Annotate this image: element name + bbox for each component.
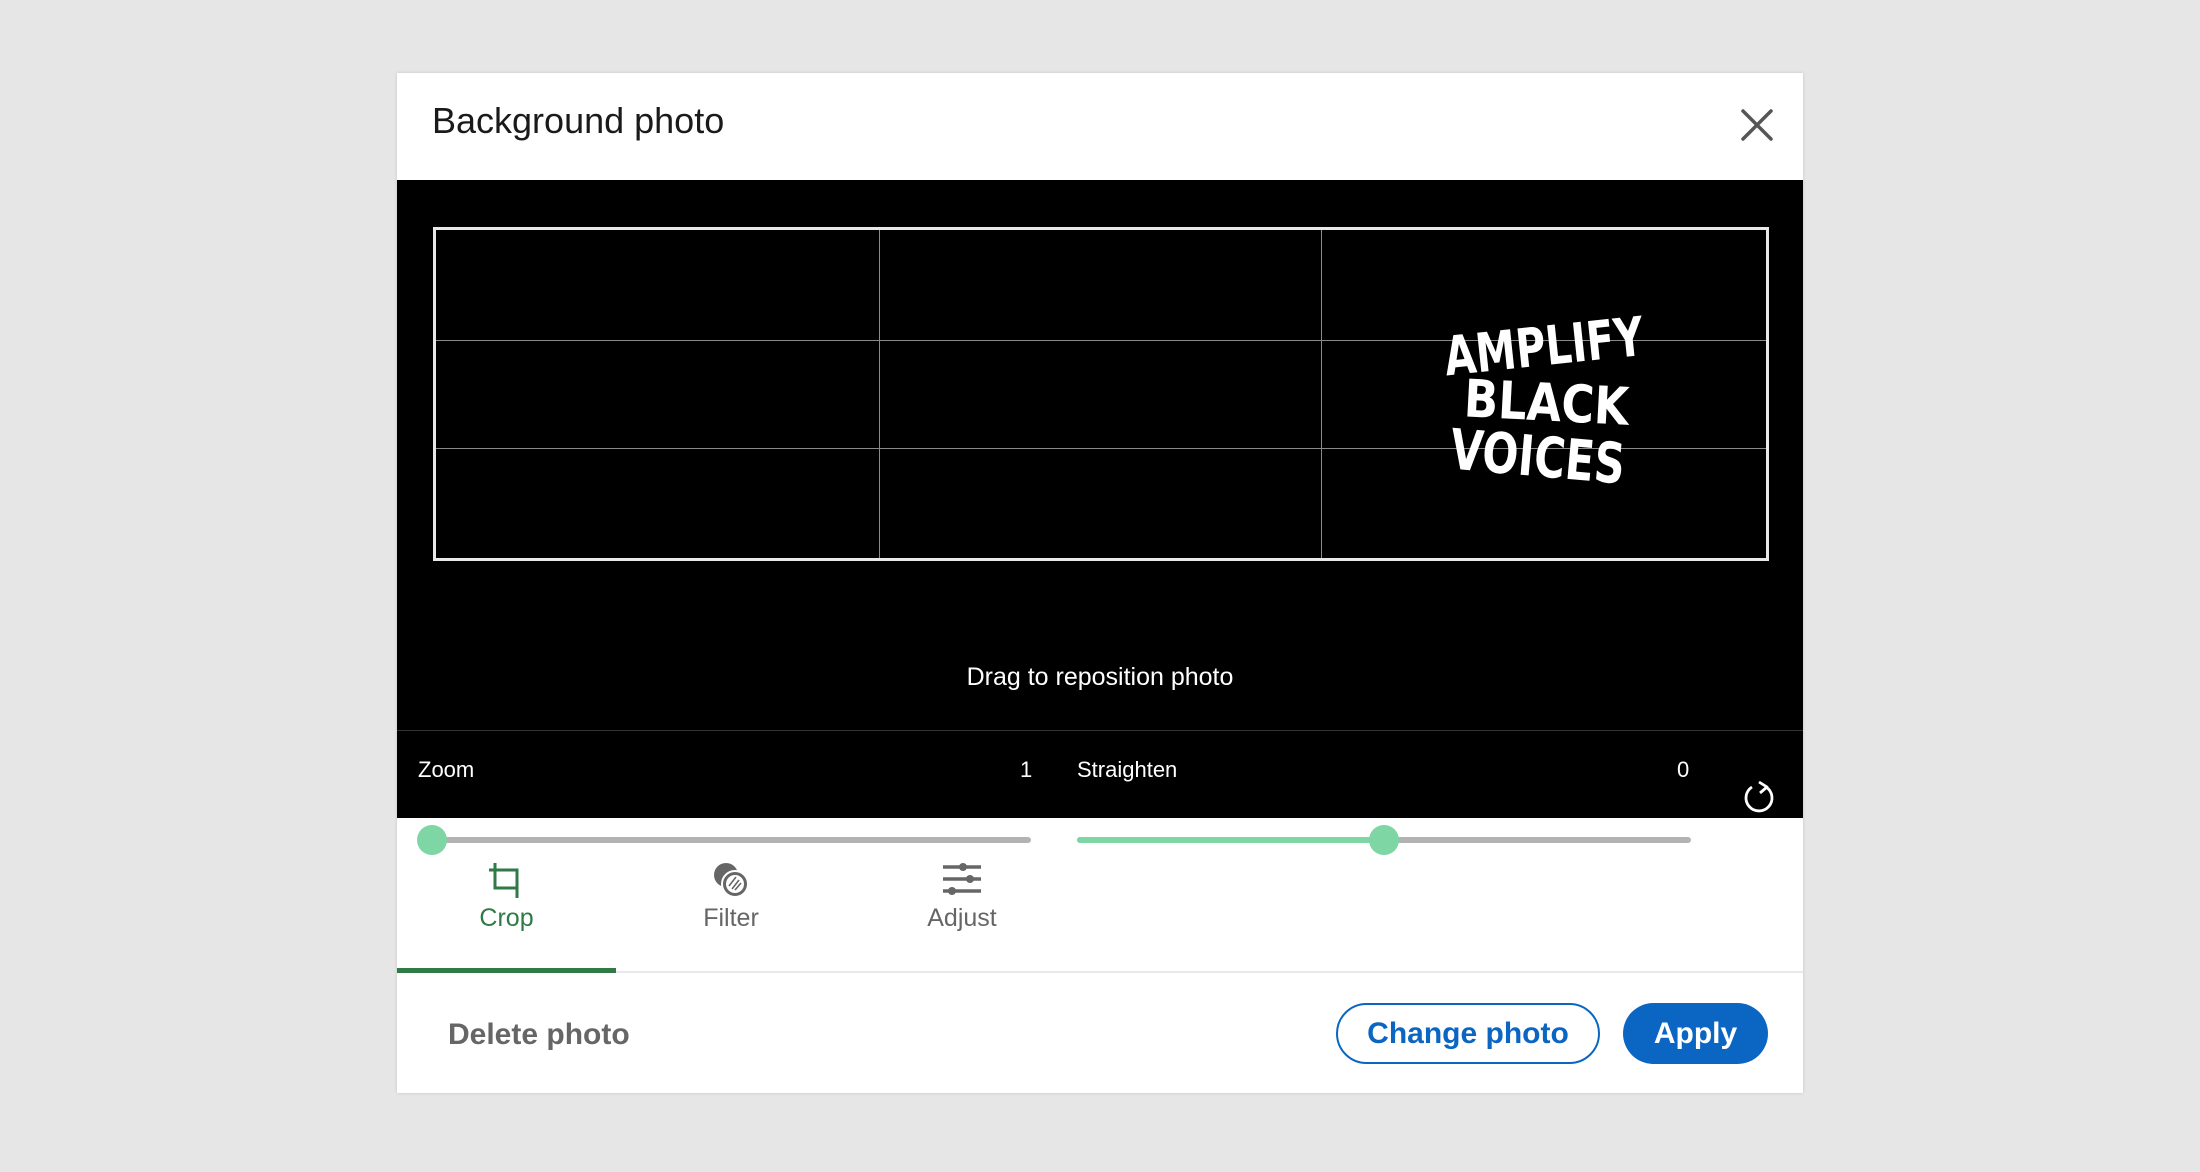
- active-tab-indicator: [397, 968, 616, 973]
- adjust-icon: [943, 863, 981, 895]
- tab-adjust[interactable]: Adjust: [846, 818, 1078, 971]
- photo-editor: AMPLIFY BLACK VOICES Drag to reposition …: [397, 180, 1803, 855]
- background-photo-dialog: Background photo AMPLIFY BLACK VOICES Dr…: [397, 73, 1803, 1093]
- straighten-value: 0: [1677, 757, 1690, 782]
- close-icon: [1741, 109, 1773, 141]
- editor-tabs: Crop Filter Adjust: [397, 818, 1803, 973]
- tab-crop[interactable]: Crop: [397, 818, 616, 973]
- grid-line: [879, 230, 880, 558]
- straighten-label: Straighten: [1077, 757, 1178, 782]
- change-photo-button[interactable]: Change photo: [1336, 1003, 1600, 1064]
- apply-button[interactable]: Apply: [1623, 1003, 1768, 1064]
- svg-text:VOICES: VOICES: [1448, 418, 1628, 498]
- amplify-black-voices-logo: AMPLIFY BLACK VOICES: [1441, 305, 1647, 498]
- reposition-hint: Drag to reposition photo: [966, 663, 1234, 691]
- crop-frame[interactable]: AMPLIFY BLACK VOICES: [433, 227, 1769, 561]
- zoom-label: Zoom: [418, 757, 475, 782]
- tab-label: Filter: [703, 904, 759, 932]
- dialog-header: Background photo: [397, 73, 1803, 180]
- dialog-title: Background photo: [432, 100, 725, 141]
- tab-label: Crop: [479, 904, 534, 932]
- delete-photo-button[interactable]: Delete photo: [448, 1018, 630, 1052]
- tab-label: Adjust: [927, 904, 997, 932]
- rotate-icon: [1744, 780, 1774, 813]
- filter-icon: [714, 863, 749, 898]
- zoom-value: 1: [1020, 757, 1033, 782]
- close-button[interactable]: [1737, 105, 1777, 145]
- grid-line: [1321, 230, 1322, 558]
- crop-icon: [488, 863, 518, 898]
- rotate-button[interactable]: [1739, 777, 1779, 817]
- divider: [397, 730, 1803, 731]
- tab-filter[interactable]: Filter: [616, 818, 846, 971]
